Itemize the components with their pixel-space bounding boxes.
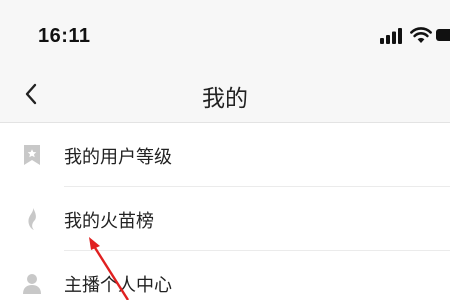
signal-icon — [380, 28, 402, 44]
menu-item-flame-rank[interactable]: 我的火苗榜 — [0, 187, 450, 251]
menu-item-streamer-center[interactable]: 主播个人中心 — [0, 251, 450, 300]
menu-item-label: 我的火苗榜 — [64, 211, 154, 232]
person-icon — [23, 274, 41, 294]
nav-bar: 我的 — [0, 66, 450, 123]
status-bar: 16:11 — [0, 0, 450, 66]
status-time: 16:11 — [38, 25, 91, 47]
screen: 16:11 我的 我的用户等级 我的火苗榜 主播个人中心 — [0, 0, 450, 300]
menu-item-user-level[interactable]: 我的用户等级 — [0, 123, 450, 187]
menu-item-label: 主播个人中心 — [64, 275, 172, 296]
flame-icon — [28, 208, 36, 230]
page-title: 我的 — [202, 86, 248, 112]
battery-icon — [436, 29, 450, 41]
menu-list: 我的用户等级 我的火苗榜 主播个人中心 — [0, 123, 450, 300]
menu-item-label: 我的用户等级 — [64, 147, 172, 168]
wifi-icon — [410, 27, 432, 43]
bookmark-star-icon — [24, 145, 40, 165]
status-icons — [380, 24, 450, 48]
